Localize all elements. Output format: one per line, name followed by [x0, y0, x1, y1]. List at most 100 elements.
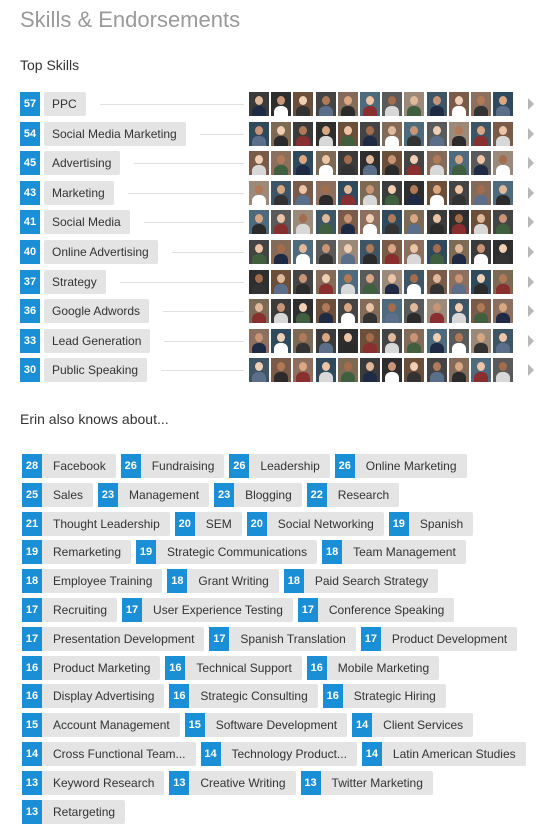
endorsement-count[interactable]: 15 [184, 713, 205, 738]
skill-tag[interactable]: 16 Strategic Hiring [322, 684, 446, 709]
skill-tag[interactable]: 20 Social Networking [246, 511, 384, 536]
top-skill-row[interactable]: 33 Lead Generation [20, 328, 540, 353]
endorser-avatar[interactable] [315, 210, 336, 235]
endorsement-count[interactable]: 26 [120, 454, 141, 478]
endorser-avatar[interactable] [271, 239, 292, 264]
endorsement-count[interactable]: 43 [20, 180, 40, 205]
endorser-avatar[interactable] [293, 269, 314, 294]
endorser-avatar[interactable] [337, 92, 358, 116]
endorsement-count[interactable]: 18 [22, 569, 42, 594]
skill-tag[interactable]: 17 Recruiting [22, 597, 118, 622]
endorser-avatar[interactable] [359, 92, 380, 116]
endorser-avatar[interactable] [448, 92, 469, 116]
endorsement-count[interactable]: 40 [20, 239, 40, 264]
endorsement-count[interactable]: 20 [246, 511, 267, 536]
endorser-avatar[interactable] [271, 299, 292, 324]
skill-name[interactable]: Technology Product... [220, 741, 357, 766]
skill-name[interactable]: Account Management [42, 713, 180, 738]
skill-name[interactable]: Leadership [249, 454, 330, 478]
skill-name[interactable]: Public Speaking [44, 358, 148, 383]
endorsement-count[interactable]: 30 [20, 358, 40, 383]
skill-tag[interactable]: 14 Cross Functional Team... [22, 741, 196, 766]
endorser-avatar[interactable] [249, 358, 269, 383]
endorser-avatar[interactable] [293, 210, 314, 235]
skill-name[interactable]: Technical Support [185, 655, 302, 680]
endorsement-count[interactable]: 54 [20, 121, 40, 146]
endorser-avatar[interactable] [359, 239, 380, 264]
endorser-avatar[interactable] [470, 299, 491, 324]
skill-name[interactable]: Remarketing [42, 540, 132, 565]
endorsement-count[interactable]: 19 [22, 540, 42, 565]
endorsement-count[interactable]: 22 [306, 482, 327, 507]
endorser-avatar[interactable] [337, 299, 358, 324]
skill-name[interactable]: Advertising [44, 151, 121, 176]
endorser-avatar[interactable] [271, 180, 292, 205]
skill-name[interactable]: Presentation Development [42, 626, 205, 651]
skill-name[interactable]: Retargeting [42, 799, 126, 824]
skill-name[interactable]: Client Services [372, 713, 474, 738]
endorsement-count[interactable]: 14 [22, 741, 42, 766]
endorser-avatar[interactable] [426, 299, 447, 324]
endorser-avatar[interactable] [271, 121, 292, 146]
skill-tag[interactable]: 13 Keyword Research [22, 770, 165, 795]
skill-tag[interactable]: 18 Paid Search Strategy [283, 569, 439, 594]
skill-tag[interactable]: 15 Software Development [184, 713, 348, 738]
expand-arrow-icon[interactable] [528, 216, 534, 229]
skill-name[interactable]: Twitter Marketing [320, 770, 433, 795]
skill-name[interactable]: Blogging [234, 482, 302, 507]
endorser-avatar[interactable] [493, 180, 514, 205]
top-skill-row[interactable]: 45 Advertising [20, 151, 540, 176]
skill-name[interactable]: Strategic Communications [156, 540, 318, 565]
skill-tag[interactable]: 22 Research [306, 482, 400, 507]
skill-name[interactable]: Thought Leadership [42, 511, 170, 536]
endorser-avatar[interactable] [493, 92, 514, 116]
skill-name[interactable]: Strategy [44, 269, 106, 294]
skill-tag[interactable]: 23 Management [98, 482, 210, 507]
endorser-avatar[interactable] [315, 121, 336, 146]
endorser-avatar[interactable] [493, 269, 514, 294]
endorser-avatar[interactable] [249, 210, 269, 235]
endorsement-count[interactable]: 15 [22, 713, 42, 738]
endorser-avatar[interactable] [315, 151, 336, 176]
endorser-avatar[interactable] [359, 358, 380, 383]
endorsement-count[interactable]: 41 [20, 210, 40, 235]
endorser-avatar[interactable] [337, 180, 358, 205]
endorser-avatar[interactable] [404, 151, 425, 176]
endorser-avatar[interactable] [337, 239, 358, 264]
endorser-avatar[interactable] [271, 151, 292, 176]
endorsement-count[interactable]: 13 [300, 770, 321, 795]
endorser-avatar[interactable] [404, 269, 425, 294]
endorser-avatar[interactable] [315, 299, 336, 324]
top-skill-row[interactable]: 57 PPC [20, 92, 540, 116]
endorsement-count[interactable]: 23 [98, 482, 119, 507]
endorser-avatar[interactable] [470, 269, 491, 294]
endorser-avatar[interactable] [293, 328, 314, 353]
endorser-avatar[interactable] [426, 269, 447, 294]
endorsement-count[interactable]: 17 [22, 597, 42, 622]
skill-tag[interactable]: 26 Fundraising [120, 454, 225, 478]
endorser-avatar[interactable] [404, 299, 425, 324]
endorsement-count[interactable]: 18 [283, 569, 304, 594]
endorser-avatar[interactable] [249, 239, 269, 264]
skill-tag[interactable]: 17 Conference Speaking [297, 597, 455, 622]
expand-arrow-icon[interactable] [528, 275, 534, 288]
skill-tag[interactable]: 17 Product Development [360, 626, 518, 651]
endorsement-count[interactable]: 28 [22, 454, 42, 478]
endorsement-count[interactable]: 17 [360, 626, 381, 651]
skill-tag[interactable]: 26 Leadership [229, 454, 330, 478]
top-skill-row[interactable]: 41 Social Media [20, 210, 540, 235]
endorser-avatar[interactable] [271, 210, 292, 235]
endorser-avatar[interactable] [315, 358, 336, 383]
skill-name[interactable]: Online Marketing [354, 454, 467, 478]
endorser-avatar[interactable] [293, 151, 314, 176]
endorsement-count[interactable]: 21 [22, 511, 42, 536]
endorser-avatar[interactable] [249, 328, 269, 353]
top-skill-row[interactable]: 37 Strategy [20, 269, 540, 294]
endorser-avatar[interactable] [470, 210, 491, 235]
endorsement-count[interactable]: 17 [297, 597, 318, 622]
endorser-avatar[interactable] [359, 328, 380, 353]
endorsement-count[interactable]: 17 [122, 597, 143, 622]
endorsement-count[interactable]: 14 [200, 741, 221, 766]
endorsement-count[interactable]: 18 [322, 540, 343, 565]
endorsement-count[interactable]: 33 [20, 328, 40, 353]
